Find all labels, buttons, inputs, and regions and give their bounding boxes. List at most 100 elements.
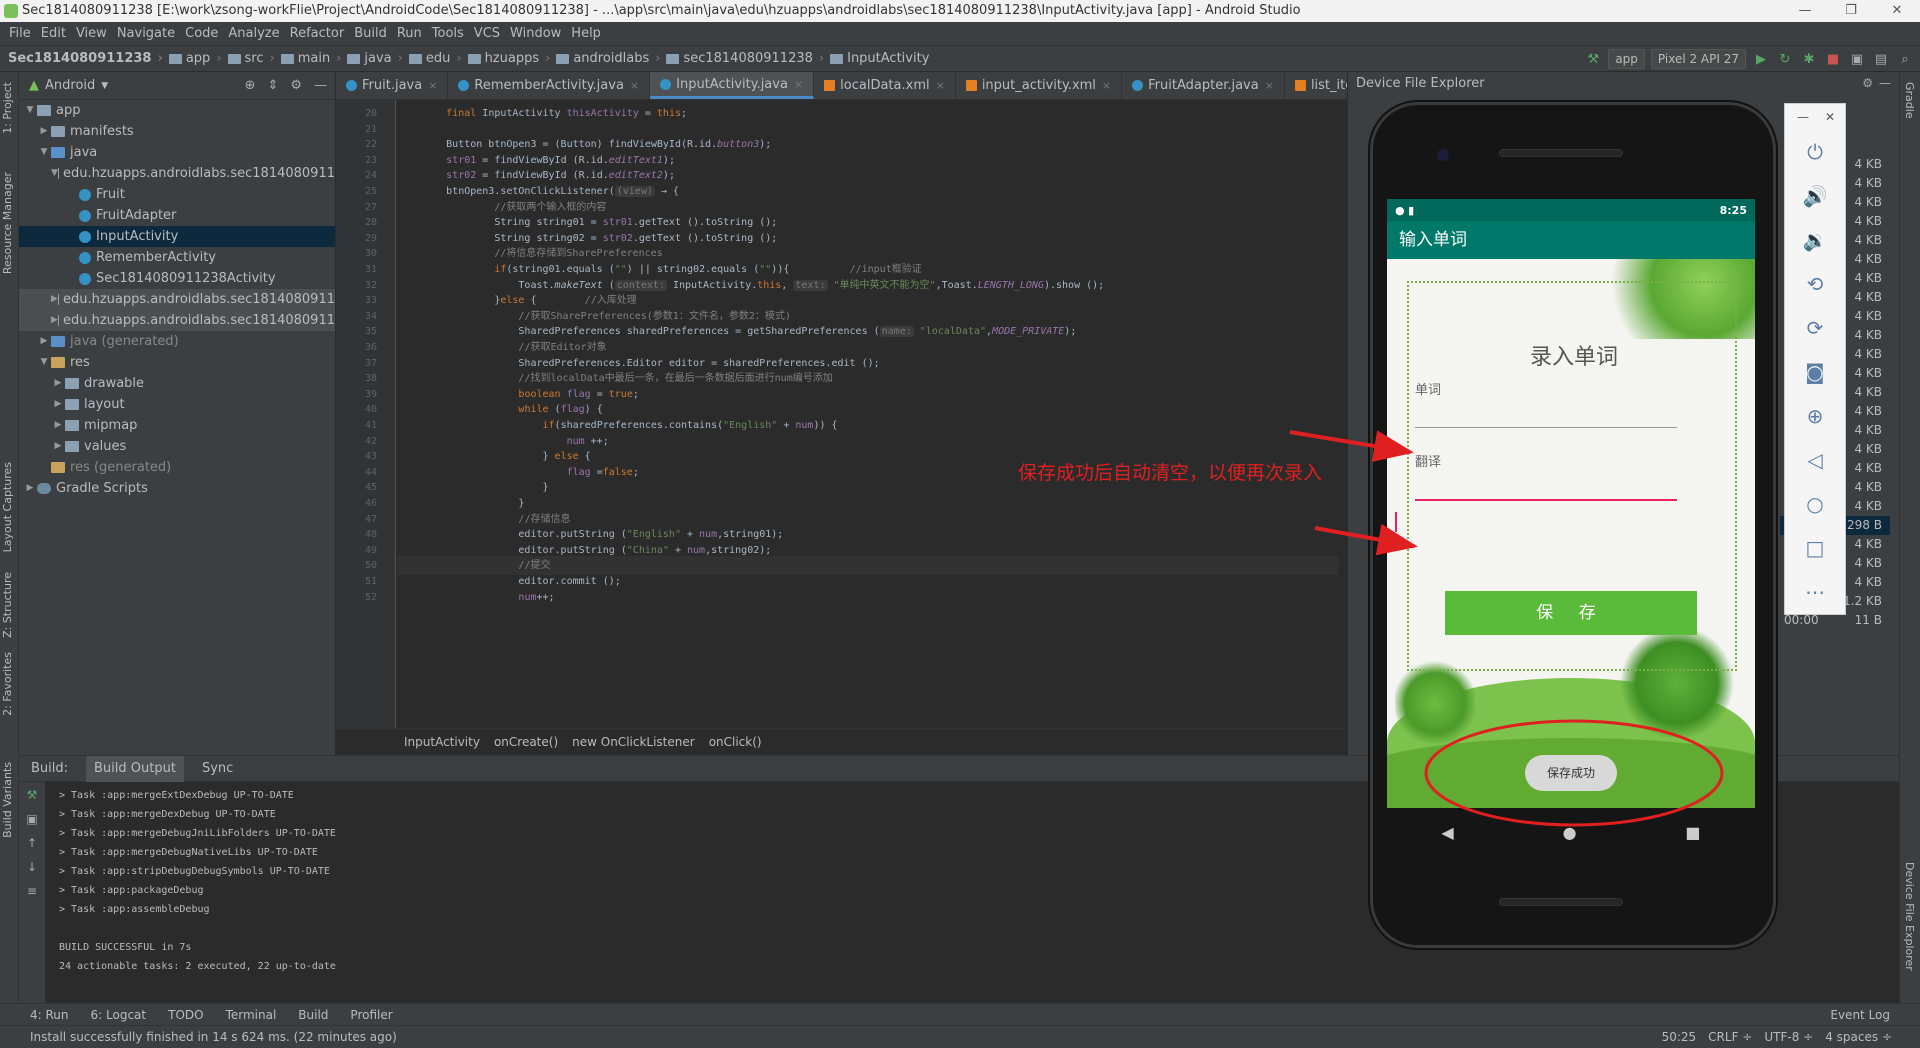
up-icon[interactable]: ↑ xyxy=(19,836,45,850)
tree-item[interactable]: Fruit xyxy=(19,184,335,205)
build-variants-tab[interactable]: Build Variants xyxy=(1,762,14,838)
resource-manager-tab[interactable]: Resource Manager xyxy=(1,172,14,274)
build-tab[interactable]: Sync xyxy=(198,761,237,776)
breadcrumb-item[interactable]: java › xyxy=(347,51,408,66)
code-line[interactable]: final InputActivity thisActivity = this; xyxy=(398,104,687,123)
zoom-icon[interactable]: ⊕ xyxy=(1785,394,1845,438)
gear-icon[interactable]: ⚙ xyxy=(290,78,302,93)
chevron-right-icon[interactable]: ▶ xyxy=(51,436,65,457)
breadcrumb-item[interactable]: androidlabs › xyxy=(556,51,666,66)
menu-item-refactor[interactable]: Refactor xyxy=(285,22,350,45)
tree-item[interactable]: Sec1814080911238Activity xyxy=(19,268,335,289)
back-icon[interactable]: ◁ xyxy=(1785,438,1845,482)
project-view-select[interactable]: Android xyxy=(45,78,95,93)
translation-input[interactable] xyxy=(1415,499,1677,501)
tree-item[interactable]: ▶ drawable xyxy=(19,373,335,394)
run-config-select[interactable]: app xyxy=(1608,49,1645,69)
editor-breadcrumb-item[interactable]: InputActivity xyxy=(404,735,480,749)
hide-icon[interactable]: — xyxy=(1879,76,1891,90)
menu-item-tools[interactable]: Tools xyxy=(427,22,469,45)
editor-tab[interactable]: list_item.xml× xyxy=(1285,72,1347,99)
home-icon[interactable]: ○ xyxy=(1785,482,1845,526)
sdk-manager-icon[interactable]: ▣ xyxy=(1848,50,1866,68)
tree-item[interactable]: ▶ values xyxy=(19,436,335,457)
tool-window-button[interactable]: 4: Run xyxy=(30,1008,69,1022)
save-button[interactable]: 保 存 xyxy=(1445,591,1697,635)
menu-item-analyze[interactable]: Analyze xyxy=(223,22,284,45)
chevron-down-icon[interactable]: ▼ xyxy=(37,142,51,163)
chevron-right-icon[interactable]: ▶ xyxy=(51,394,65,415)
tool-window-button[interactable]: Profiler xyxy=(350,1008,392,1022)
device-select[interactable]: Pixel 2 API 27 xyxy=(1650,49,1746,69)
file-encoding[interactable]: UTF-8 ÷ xyxy=(1764,1030,1813,1044)
breadcrumb-item[interactable]: Sec1814080911238 › xyxy=(8,51,169,66)
close-icon[interactable]: × xyxy=(1265,79,1274,92)
gear-icon[interactable]: ⚙ xyxy=(1862,76,1873,90)
breadcrumb-item[interactable]: hzuapps › xyxy=(467,51,557,66)
stop-icon[interactable]: ■ xyxy=(1824,50,1842,68)
apply-changes-icon[interactable]: ↻ xyxy=(1776,50,1794,68)
camera-icon[interactable]: ◙ xyxy=(1785,350,1845,394)
tree-item[interactable]: res (generated) xyxy=(19,457,335,478)
breadcrumb-item[interactable]: sec1814080911238 › xyxy=(666,51,830,66)
tool-window-button[interactable]: TODO xyxy=(168,1008,203,1022)
close-icon[interactable]: × xyxy=(428,79,437,92)
breadcrumb-item[interactable]: src › xyxy=(227,51,281,66)
tree-item[interactable]: ▶ layout xyxy=(19,394,335,415)
menu-item-run[interactable]: Run xyxy=(392,22,427,45)
minimize-button[interactable]: — xyxy=(1782,0,1828,22)
rotate-left-icon[interactable]: ⟲ xyxy=(1785,262,1845,306)
gradle-tab[interactable]: Gradle xyxy=(1903,82,1916,119)
restore-button[interactable]: ❐ xyxy=(1828,0,1874,22)
minimize-icon[interactable]: — xyxy=(1797,110,1809,124)
tree-item[interactable]: RememberActivity xyxy=(19,247,335,268)
close-icon[interactable]: × xyxy=(794,78,803,91)
menu-item-navigate[interactable]: Navigate xyxy=(112,22,180,45)
chevron-right-icon[interactable]: ▶ xyxy=(37,331,51,352)
editor-breadcrumb-item[interactable]: new OnClickListener xyxy=(572,735,695,749)
tool-window-button[interactable]: Terminal xyxy=(226,1008,277,1022)
layout-captures-tab[interactable]: Layout Captures xyxy=(1,462,14,552)
chevron-right-icon[interactable]: ▶ xyxy=(51,373,65,394)
back-icon[interactable]: ◀ xyxy=(1441,823,1453,842)
favorites-tab[interactable]: 2: Favorites xyxy=(1,652,14,716)
tree-item[interactable]: FruitAdapter xyxy=(19,205,335,226)
tree-item[interactable]: ▼ app xyxy=(19,100,335,121)
volume-down-icon[interactable]: 🔉 xyxy=(1785,218,1845,262)
breadcrumb-item[interactable]: app › xyxy=(168,51,228,66)
chevron-right-icon[interactable]: ▶ xyxy=(37,121,51,142)
chevron-right-icon[interactable]: ▶ xyxy=(51,310,58,331)
tree-item[interactable]: ▼ edu.hzuapps.androidlabs.sec1814080911 xyxy=(19,163,335,184)
chevron-right-icon[interactable]: ▶ xyxy=(51,415,65,436)
run-icon[interactable]: ▶ xyxy=(1752,50,1770,68)
chevron-down-icon[interactable]: ▼ xyxy=(23,100,37,121)
wrap-icon[interactable]: ≡ xyxy=(19,884,45,898)
chevron-down-icon[interactable]: ▼ xyxy=(101,81,108,91)
hide-icon[interactable]: — xyxy=(314,78,327,93)
editor-tab[interactable]: RememberActivity.java × xyxy=(448,72,651,99)
cursor-position[interactable]: 50:25 xyxy=(1662,1030,1697,1044)
indent-setting[interactable]: 4 spaces ÷ xyxy=(1825,1030,1892,1044)
tree-item[interactable]: ▶ edu.hzuapps.androidlabs.sec1814080911 xyxy=(19,310,335,331)
more-icon[interactable]: ⋯ xyxy=(1785,570,1845,614)
tree-item[interactable]: InputActivity xyxy=(19,226,335,247)
locate-icon[interactable]: ⊕ xyxy=(245,78,256,93)
event-log-button[interactable]: Event Log xyxy=(1830,1008,1920,1022)
menu-item-file[interactable]: File xyxy=(4,22,36,45)
line-separator[interactable]: CRLF ÷ xyxy=(1708,1030,1752,1044)
tree-item[interactable]: ▶ edu.hzuapps.androidlabs.sec1814080911 xyxy=(19,289,335,310)
filter-icon[interactable]: ▣ xyxy=(19,812,45,826)
tree-item[interactable]: ▶ manifests xyxy=(19,121,335,142)
menu-item-window[interactable]: Window xyxy=(505,22,566,45)
close-icon[interactable]: ✕ xyxy=(1825,110,1835,124)
search-icon[interactable]: ⌕ xyxy=(1896,50,1914,68)
close-button[interactable]: ✕ xyxy=(1874,0,1920,22)
close-icon[interactable]: × xyxy=(630,79,639,92)
menu-item-code[interactable]: Code xyxy=(180,22,223,45)
breadcrumb-item[interactable]: edu › xyxy=(408,51,468,66)
tree-item[interactable]: ▶ mipmap xyxy=(19,415,335,436)
overview-icon[interactable]: □ xyxy=(1785,526,1845,570)
editor-tab[interactable]: input_activity.xml × xyxy=(956,72,1123,99)
tree-item[interactable]: ▼ res xyxy=(19,352,335,373)
power-icon[interactable]: ⏻ xyxy=(1785,130,1845,174)
